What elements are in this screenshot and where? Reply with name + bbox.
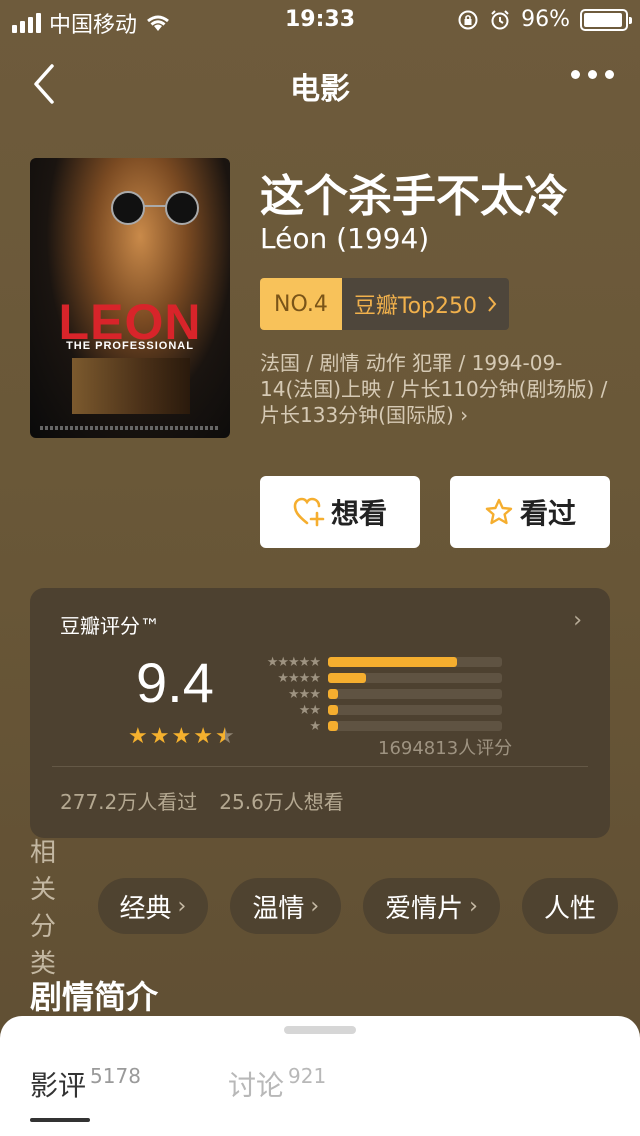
mini-stars-icon: ★★ <box>298 702 321 718</box>
want-count: 25.6万人想看 <box>219 790 344 814</box>
tag-warm[interactable]: 温情 › <box>230 878 342 934</box>
rating-bar-row: ★★★ <box>256 686 502 702</box>
rating-count: 1694813人评分 <box>378 738 513 759</box>
mini-stars-icon: ★★★★ <box>277 670 321 686</box>
mini-stars-icon: ★ <box>309 718 321 734</box>
chevron-right-icon: › <box>573 608 582 633</box>
more-icon[interactable] <box>571 70 614 79</box>
tag-label: 温情 <box>252 893 305 924</box>
tab-underline <box>30 1118 90 1122</box>
battery-percent: 96% <box>521 7 570 32</box>
want-to-watch-button[interactable]: 想看 <box>260 476 420 548</box>
status-right: 96% <box>457 7 632 32</box>
tab-count: 921 <box>288 1064 327 1088</box>
divider <box>52 766 588 767</box>
nav-bar: 电影 <box>0 40 640 128</box>
rating-bar-row: ★ <box>256 718 502 734</box>
rating-card[interactable]: 豆瓣评分™ › 9.4 ★ ★ ★ ★ ★ ★★★★★ ★★★★ ★★★ ★★ ★ 16… <box>30 588 610 838</box>
rating-bar-track <box>328 705 502 715</box>
rating-score: 9.4 <box>136 651 214 714</box>
rating-bar-track <box>328 721 502 731</box>
tag-label: 爱情片 <box>385 893 464 924</box>
heart-plus-icon <box>293 497 325 527</box>
battery-icon <box>580 8 632 31</box>
rating-bar-track <box>328 689 502 699</box>
movie-original-title: Léon (1994) <box>260 222 430 255</box>
watched-count: 277.2万人看过 <box>60 790 198 814</box>
rating-bar-fill <box>328 705 338 715</box>
tag-romance[interactable]: 爱情片 › <box>363 878 500 934</box>
mini-stars-icon: ★★★★★ <box>266 654 321 670</box>
star-full-icon: ★ <box>149 724 170 749</box>
star-full-icon: ★ <box>128 724 148 749</box>
tag-classic[interactable]: 经典 › <box>97 878 209 934</box>
tab-discussions[interactable]: 讨论 921 <box>228 1064 326 1104</box>
rating-bar-fill <box>328 721 338 731</box>
rank-list: 豆瓣Top250 <box>341 278 509 330</box>
rating-bar-fill <box>328 673 367 683</box>
tag-label: 经典 <box>119 893 172 924</box>
chevron-right-icon: › <box>177 893 187 919</box>
poster-subtitle: THE PROFESSIONAL <box>66 340 194 352</box>
mini-stars-icon: ★★★ <box>288 686 321 702</box>
orientation-lock-icon <box>458 10 478 29</box>
want-label: 想看 <box>330 497 387 530</box>
star-half-icon: ★ <box>214 724 235 749</box>
rating-stars: ★ ★ ★ ★ ★ <box>128 724 235 749</box>
seen-label: 看过 <box>519 497 576 530</box>
rating-bar-track <box>328 657 502 667</box>
star-full-icon: ★ <box>193 724 213 749</box>
star-full-icon: ★ <box>171 724 192 749</box>
movie-poster[interactable]: LEON THE PROFESSIONAL <box>30 158 230 438</box>
synopsis-heading: 剧情简介 <box>30 978 159 1016</box>
rating-distribution: ★★★★★ ★★★★ ★★★ ★★ ★ <box>256 654 502 734</box>
related-categories: 相关分类 经典 › 温情 › 爱情片 › 人性 <box>30 838 640 979</box>
movie-meta-text: 法国 / 剧情 动作 犯罪 / 1994-09-14(法国)上映 / 片长110… <box>260 351 608 427</box>
rating-bar-track <box>328 673 502 683</box>
rating-stats: 277.2万人看过 25.6万人想看 <box>60 786 344 815</box>
tab-reviews[interactable]: 影评 5178 <box>30 1064 141 1104</box>
rank-list-label: 豆瓣Top250 <box>353 294 477 319</box>
star-outline-icon <box>485 498 513 525</box>
poster-sunglasses <box>111 191 199 225</box>
chevron-right-icon: › <box>469 893 478 919</box>
tab-label: 影评 <box>30 1069 87 1102</box>
tab-count: 5178 <box>90 1064 141 1088</box>
rating-bar-row: ★★★★ <box>256 670 502 686</box>
watched-button[interactable]: 看过 <box>450 476 610 548</box>
tag-humanity[interactable]: 人性 <box>521 878 618 934</box>
chevron-right-icon: › <box>460 403 469 427</box>
chevron-right-icon <box>488 296 497 312</box>
page-title: 电影 <box>290 72 350 107</box>
rating-label: 豆瓣评分™ <box>60 614 160 638</box>
rating-bar-fill <box>328 689 338 699</box>
poster-scene <box>72 358 190 414</box>
rank-badge[interactable]: NO.4 豆瓣Top250 <box>260 278 509 330</box>
alarm-icon <box>491 9 509 29</box>
poster-credits <box>40 426 220 430</box>
status-bar: 中国移动 19:33 96% <box>0 0 640 40</box>
movie-title: 这个杀手不太冷 <box>260 171 568 222</box>
sheet-handle[interactable] <box>284 1026 356 1034</box>
chevron-right-icon: › <box>310 893 320 919</box>
rank-number: NO.4 <box>260 278 342 330</box>
rating-bar-row: ★★ <box>256 702 502 718</box>
movie-meta[interactable]: 法国 / 剧情 动作 犯罪 / 1994-09-14(法国)上映 / 片长110… <box>260 350 610 428</box>
rating-bar-fill <box>328 657 457 667</box>
rating-bar-row: ★★★★★ <box>256 654 502 670</box>
tag-label: 人性 <box>543 893 596 924</box>
tab-label: 讨论 <box>228 1069 285 1102</box>
related-label: 相关分类 <box>30 838 57 979</box>
